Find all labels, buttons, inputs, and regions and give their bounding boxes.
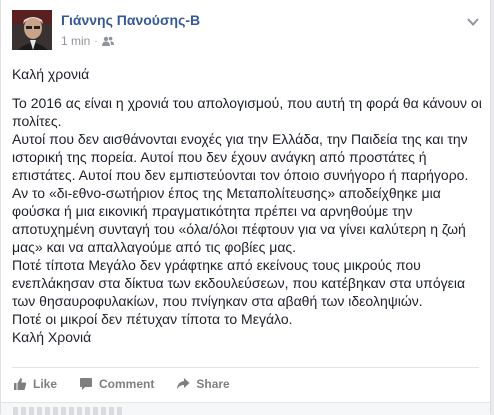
post-header: Γιάννης Πανούσης-Β 1 min · [12, 10, 482, 52]
comment-icon [80, 378, 93, 390]
share-arrow-icon [177, 378, 190, 390]
comment-button[interactable]: Comment [79, 377, 154, 391]
avatar-photo [12, 10, 52, 50]
post-options-chevron-icon[interactable] [466, 16, 480, 28]
share-button[interactable]: Share [176, 377, 230, 391]
like-label: Like [33, 377, 58, 391]
friends-icon[interactable] [101, 36, 114, 46]
post-greeting: Καλή χρονιά [12, 66, 90, 82]
post-meta: 1 min · [61, 34, 114, 48]
avatar[interactable] [12, 10, 52, 50]
post-body: Καλή χρονιά Το 2016 ας είναι η χρονιά το… [12, 65, 482, 346]
post-paragraph: Το 2016 ας είναι η χρονιά του απολογισμο… [12, 95, 482, 345]
thumbs-up-icon [14, 378, 27, 390]
meta-separator: · [94, 35, 98, 47]
author-name[interactable]: Γιάννης Πανούσης-Β [61, 12, 200, 28]
post-timestamp[interactable]: 1 min [61, 34, 90, 48]
actions-divider [12, 367, 479, 368]
share-label: Share [196, 377, 230, 391]
comments-strip [1, 402, 490, 415]
post-card: Γιάννης Πανούσης-Β 1 min · Καλή χρονιά Τ… [0, 0, 491, 415]
comment-label: Comment [99, 377, 155, 391]
post-actions: Like Comment Share [13, 373, 252, 395]
like-button[interactable]: Like [13, 377, 57, 391]
